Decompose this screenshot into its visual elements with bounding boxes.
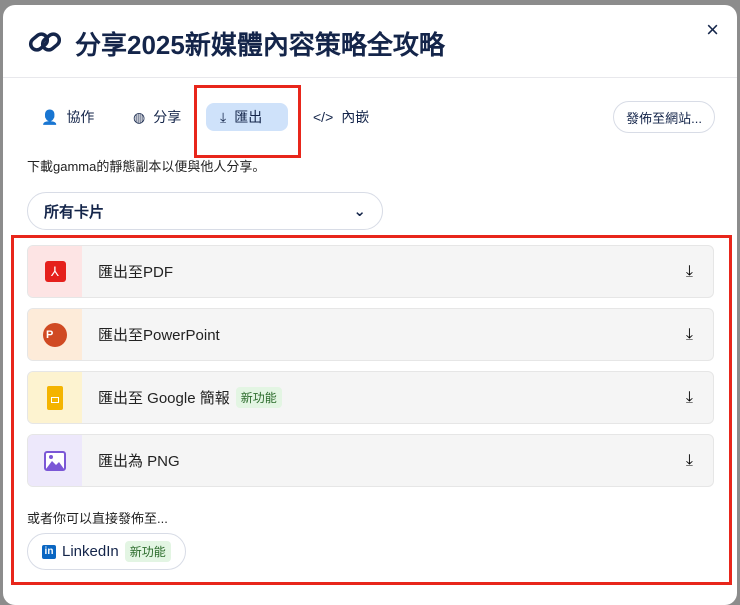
highlight-box — [194, 85, 301, 158]
download-icon: ⤓ — [685, 262, 693, 280]
tab-embed[interactable]: </> 內嵌 — [299, 103, 383, 131]
close-button[interactable]: × — [706, 17, 719, 43]
export-google-slides-button[interactable]: 匯出至 Google 簡報 新功能 ⤓ — [27, 371, 714, 424]
export-label: 匯出為 PNG — [98, 453, 180, 470]
new-feature-badge: 新功能 — [124, 541, 171, 562]
export-label: 匯出至PDF — [98, 264, 174, 281]
card-select-value: 所有卡片 — [44, 203, 105, 221]
tab-collaborate[interactable]: 👤 協作 — [27, 103, 108, 131]
user-plus-icon: 👤 — [41, 108, 59, 125]
card-select[interactable]: 所有卡片 ⌄ — [27, 192, 383, 230]
download-icon: ⤓ — [685, 325, 693, 343]
share-dialog: 分享2025新媒體內容策略全攻略 × 👤 協作 ◍ 分享 ⤓ 匯出 </> 內嵌 發佈至… — [3, 5, 737, 605]
pdf-icon: ⅄ — [28, 246, 82, 297]
tab-label: 內嵌 — [341, 109, 370, 125]
publish-note: 或者你可以直接發佈至... — [27, 511, 168, 526]
publish-to-site-button[interactable]: 發佈至網站... — [613, 101, 715, 133]
dialog-title: 分享2025新媒體內容策略全攻略 — [75, 30, 445, 60]
export-description: 下載gamma的靜態副本以便與他人分享。 — [27, 159, 266, 174]
export-pdf-button[interactable]: ⅄ 匯出至PDF ⤓ — [27, 245, 714, 298]
new-feature-badge: 新功能 — [235, 387, 282, 408]
tab-label: 分享 — [153, 109, 182, 125]
powerpoint-icon: P — [28, 309, 82, 360]
linkedin-button[interactable]: in LinkedIn 新功能 — [27, 533, 186, 570]
download-icon: ⤓ — [685, 451, 693, 469]
tab-share[interactable]: ◍ 分享 — [119, 103, 195, 131]
linkedin-icon: in — [42, 544, 56, 559]
export-label: 匯出至PowerPoint — [98, 327, 220, 344]
linkedin-label: LinkedIn — [62, 543, 119, 560]
dialog-header: 分享2025新媒體內容策略全攻略 × — [3, 5, 737, 78]
chevron-down-icon: ⌄ — [353, 203, 366, 220]
tab-label: 協作 — [66, 109, 95, 125]
globe-icon: ◍ — [133, 108, 146, 125]
export-powerpoint-button[interactable]: P 匯出至PowerPoint ⤓ — [27, 308, 714, 361]
export-label: 匯出至 Google 簡報 — [98, 390, 230, 407]
download-icon: ⤓ — [685, 388, 693, 406]
link-icon — [28, 32, 62, 52]
export-png-button[interactable]: 匯出為 PNG ⤓ — [27, 434, 714, 487]
code-icon: </> — [313, 109, 334, 125]
google-slides-icon — [28, 372, 82, 423]
image-icon — [28, 435, 82, 486]
